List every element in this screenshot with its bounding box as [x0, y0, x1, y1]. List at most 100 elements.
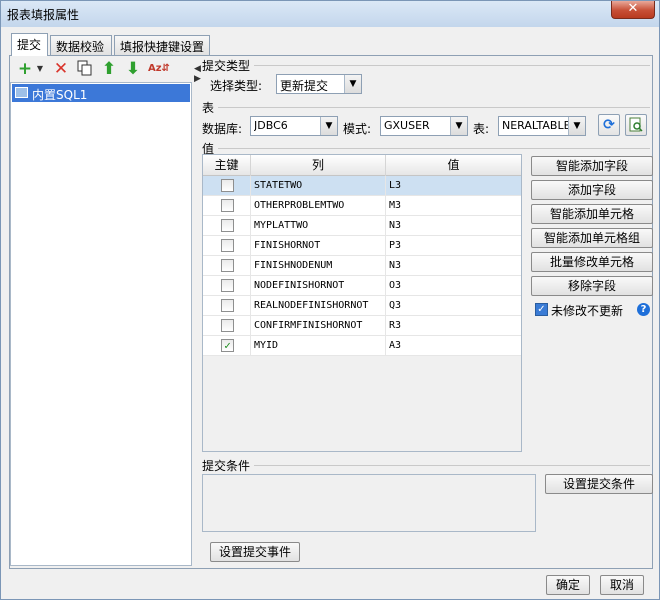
column-cell[interactable]: CONFIRMFINISHORNOT [251, 316, 386, 336]
refresh-icon[interactable]: ⟳ [598, 114, 620, 136]
copy-icon[interactable] [76, 60, 94, 78]
value-cell[interactable]: P3 [386, 236, 521, 256]
remove-field-button[interactable]: 移除字段 [531, 276, 653, 296]
key-cell [203, 316, 251, 336]
chevron-down-icon: ▼ [450, 117, 467, 135]
primary-key-checkbox[interactable] [221, 279, 234, 292]
key-cell [203, 236, 251, 256]
header-column[interactable]: 列 [251, 155, 386, 176]
column-cell[interactable]: OTHERPROBLEMTWO [251, 196, 386, 216]
condition-area[interactable] [202, 474, 536, 532]
ok-button[interactable]: 确定 [546, 575, 590, 595]
database-label: 数据库: [202, 122, 243, 136]
tab-submit[interactable]: 提交 [11, 33, 48, 56]
column-cell[interactable]: MYPLATTWO [251, 216, 386, 236]
unmodified-no-update-checkbox[interactable]: ✓ [535, 303, 548, 316]
help-icon[interactable]: ? [637, 303, 650, 316]
move-up-icon[interactable]: ⬆ [100, 60, 118, 78]
value-cell[interactable]: O3 [386, 276, 521, 296]
tab-content: + ▼ ✕ ⬆ ⬇ Az⇵ 内置SQL1 ◀ ▶ 提交类型 选择类型: 更新提交… [9, 55, 653, 569]
value-cell[interactable]: L3 [386, 176, 521, 196]
submit-type-select[interactable]: 更新提交 ▼ [276, 74, 362, 94]
smart-add-cell-group-button[interactable]: 智能添加单元格组 [531, 228, 653, 248]
column-cell[interactable]: REALNODEFINISHORNOT [251, 296, 386, 316]
divider [254, 65, 650, 66]
tree-item-sql[interactable]: 内置SQL1 [12, 84, 190, 102]
submit-type-value: 更新提交 [280, 79, 329, 93]
table-row[interactable]: FINISHNODENUM N3 [203, 256, 521, 276]
set-event-button[interactable]: 设置提交事件 [210, 542, 300, 562]
submit-type-label: 选择类型: [210, 79, 263, 93]
column-cell[interactable]: STATETWO [251, 176, 386, 196]
header-value[interactable]: 值 [386, 155, 521, 176]
table-row[interactable]: MYPLATTWO N3 [203, 216, 521, 236]
smart-add-cell-button[interactable]: 智能添加单元格 [531, 204, 653, 224]
set-condition-button[interactable]: 设置提交条件 [545, 474, 653, 494]
add-dropdown-icon[interactable]: ▼ [31, 60, 49, 78]
divider [218, 148, 650, 149]
key-cell [203, 276, 251, 296]
value-cell[interactable]: N3 [386, 216, 521, 236]
key-cell [203, 216, 251, 236]
divider [218, 107, 650, 108]
submit-type-heading: 提交类型 [202, 59, 251, 73]
table-row[interactable]: STATETWO L3 [203, 176, 521, 196]
table-row[interactable]: FINISHORNOT P3 [203, 236, 521, 256]
table-value: NERALTABLE [502, 119, 571, 132]
table-select[interactable]: NERALTABLE ▼ [498, 116, 586, 136]
chevron-down-icon: ▼ [320, 117, 337, 135]
primary-key-checkbox[interactable] [221, 259, 234, 272]
primary-key-checkbox[interactable] [221, 299, 234, 312]
key-cell [203, 256, 251, 276]
sort-icon[interactable]: Az⇵ [148, 60, 170, 78]
primary-key-checkbox[interactable] [221, 319, 234, 332]
tree-item-label: 内置SQL1 [32, 88, 88, 102]
table-row[interactable]: NODEFINISHORNOT O3 [203, 276, 521, 296]
left-panel: + ▼ ✕ ⬆ ⬇ Az⇵ 内置SQL1 [10, 56, 192, 568]
preview-icon[interactable] [625, 114, 647, 136]
table-header: 主键 列 值 [203, 155, 521, 176]
value-cell[interactable]: A3 [386, 336, 521, 356]
header-key[interactable]: 主键 [203, 155, 251, 176]
batch-modify-cell-button[interactable]: 批量修改单元格 [531, 252, 653, 272]
table-row[interactable]: OTHERPROBLEMTWO M3 [203, 196, 521, 216]
add-field-button[interactable]: 添加字段 [531, 180, 653, 200]
delete-icon[interactable]: ✕ [52, 60, 70, 78]
value-cell[interactable]: Q3 [386, 296, 521, 316]
chevron-down-icon: ▼ [568, 117, 585, 135]
column-cell[interactable]: MYID [251, 336, 386, 356]
primary-key-checkbox[interactable] [221, 219, 234, 232]
value-cell[interactable]: M3 [386, 196, 521, 216]
primary-key-checkbox[interactable] [221, 239, 234, 252]
key-cell [203, 296, 251, 316]
smart-add-field-button[interactable]: 智能添加字段 [531, 156, 653, 176]
table-row[interactable]: REALNODEFINISHORNOT Q3 [203, 296, 521, 316]
mode-label: 模式: [343, 122, 372, 136]
database-value: JDBC6 [254, 119, 288, 132]
key-cell [203, 176, 251, 196]
database-select[interactable]: JDBC6 ▼ [250, 116, 338, 136]
key-cell [203, 196, 251, 216]
primary-key-checkbox[interactable] [221, 199, 234, 212]
tab-shortcut-settings[interactable]: 填报快捷键设置 [114, 35, 210, 55]
table-row[interactable]: ✓ MYID A3 [203, 336, 521, 356]
column-cell[interactable]: FINISHORNOT [251, 236, 386, 256]
title-bar: 报表填报属性 ✕ [1, 1, 659, 27]
sql-tree: 内置SQL1 [10, 82, 192, 566]
column-cell[interactable]: FINISHNODENUM [251, 256, 386, 276]
right-panel: 提交类型 选择类型: 更新提交 ▼ 表 数据库: JDBC6 ▼ 模式: GXU… [200, 56, 653, 568]
chevron-down-icon: ▼ [344, 75, 361, 93]
value-cell[interactable]: N3 [386, 256, 521, 276]
value-cell[interactable]: R3 [386, 316, 521, 336]
table-row[interactable]: CONFIRMFINISHORNOT R3 [203, 316, 521, 336]
tab-data-validation[interactable]: 数据校验 [50, 35, 112, 55]
panel-splitter[interactable]: ◀ ▶ [192, 56, 201, 568]
close-button[interactable]: ✕ [611, 1, 655, 19]
mode-select[interactable]: GXUSER ▼ [380, 116, 468, 136]
column-cell[interactable]: NODEFINISHORNOT [251, 276, 386, 296]
mode-value: GXUSER [384, 119, 430, 132]
cancel-button[interactable]: 取消 [600, 575, 644, 595]
move-down-icon[interactable]: ⬇ [124, 60, 142, 78]
primary-key-checkbox[interactable]: ✓ [221, 339, 234, 352]
primary-key-checkbox[interactable] [221, 179, 234, 192]
